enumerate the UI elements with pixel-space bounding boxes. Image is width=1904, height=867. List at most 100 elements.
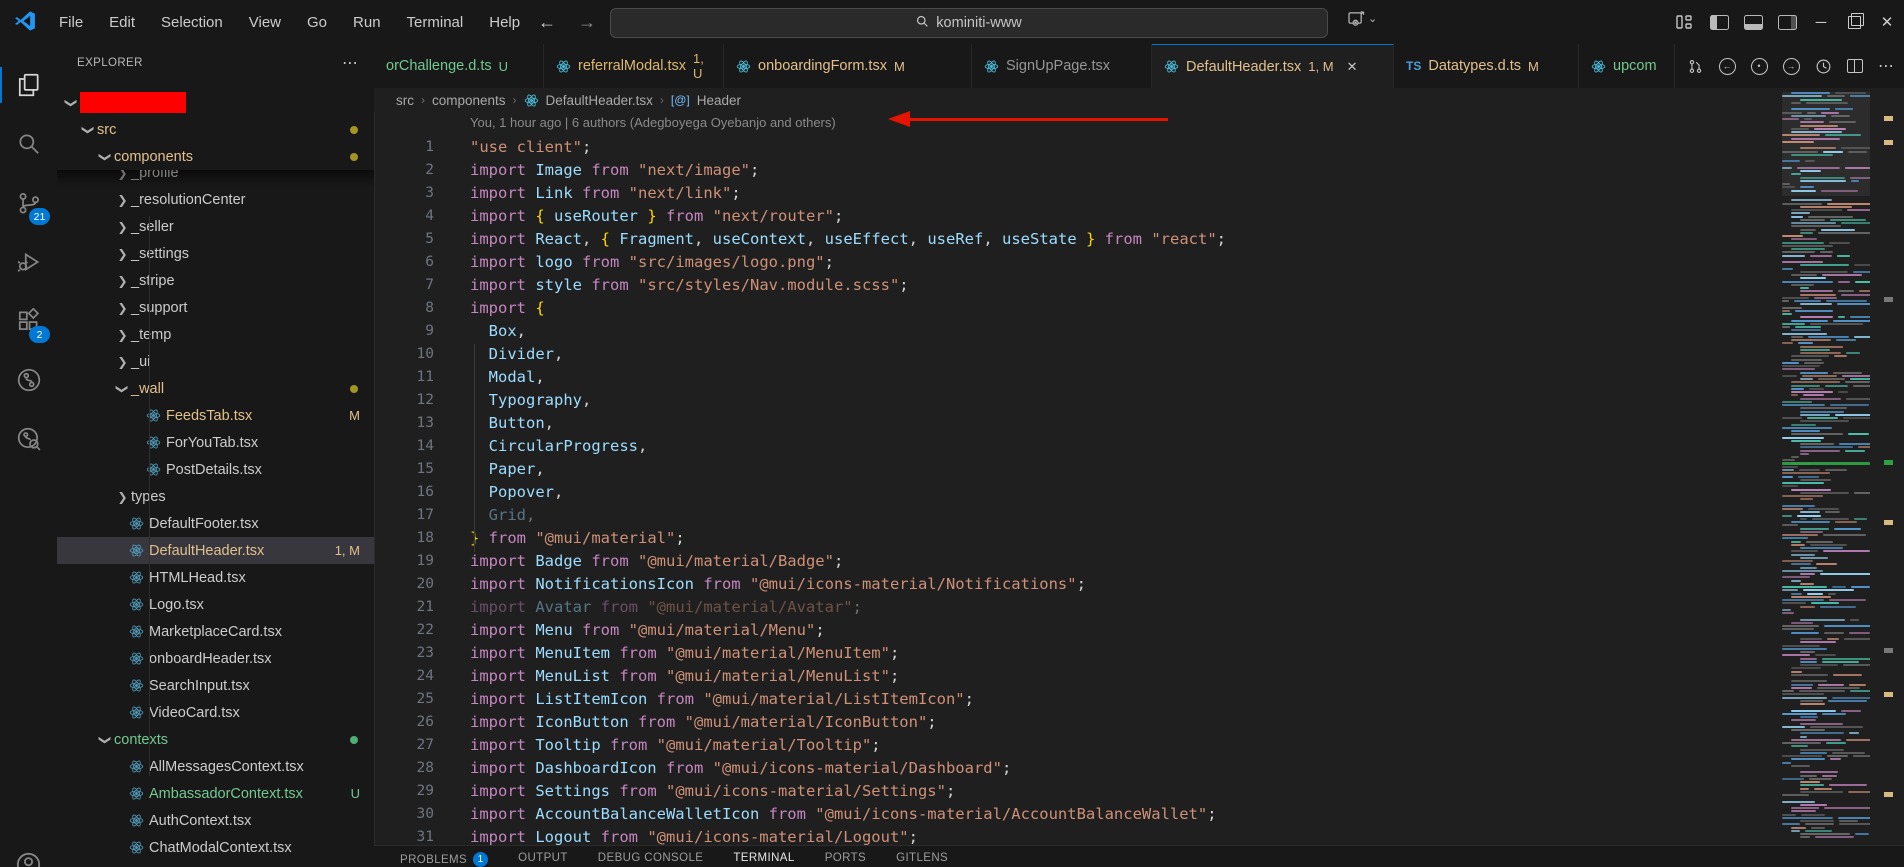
breadcrumb-item-header[interactable]: Header [697,93,741,108]
tab-SignUpPage.tsx[interactable]: SignUpPage.tsx [972,44,1152,88]
account-icon[interactable] [0,839,57,867]
breadcrumb[interactable]: src›components›DefaultHeader.tsx›[@]Head… [374,88,1904,112]
tree-item-MilestoneContext.tsx[interactable]: MilestoneContext.tsx [57,861,374,867]
tree-item-_ui[interactable]: ❯_ui [57,348,374,375]
navigate-back-icon[interactable]: ← [1716,55,1738,77]
tree-item-_profile[interactable]: ❯_profile [57,170,374,186]
tree-item-types[interactable]: ❯types [57,483,374,510]
tree-item-ForYouTab.tsx[interactable]: ForYouTab.tsx [57,429,374,456]
tree-item-_wall[interactable]: ❯_wall [57,375,374,402]
tree-item-_temp[interactable]: ❯_temp [57,321,374,348]
tree-item-_seller[interactable]: ❯_seller [57,213,374,240]
panel-tab-output[interactable]: OUTPUT [518,852,568,864]
breadcrumb-item-components[interactable]: components [432,93,506,108]
menu-terminal[interactable]: Terminal [394,14,477,31]
gitlens-inspect-icon[interactable] [0,414,57,464]
code-editor[interactable]: You, 1 hour ago | 6 authors (Adegboyega … [374,110,1782,845]
tab-referralModal.tsx[interactable]: referralModal.tsx1, U [544,44,724,88]
breadcrumb-item-src[interactable]: src [396,93,414,108]
close-button[interactable]: ✕ [1878,13,1896,31]
tree-item-ChatModalContext.tsx[interactable]: ChatModalContext.tsx [57,834,374,861]
minimap[interactable] [1782,92,1870,845]
layout-grid-icon[interactable] [1673,11,1695,33]
tree-item-FeedsTab.tsx[interactable]: FeedsTab.tsxM [57,402,374,429]
panel-tab-ports[interactable]: PORTS [825,852,866,864]
tab-onboardingForm.tsx[interactable]: onboardingForm.tsxM [724,44,972,88]
tree-item-onboardHeader.tsx[interactable]: onboardHeader.tsx [57,645,374,672]
tree-item-contexts[interactable]: ❯contexts [57,726,374,753]
history-back-icon[interactable]: ← [538,12,556,33]
line-number: 16 [374,484,434,500]
tab-git-badge: M [894,59,905,74]
toggle-panel-icon[interactable] [1744,15,1763,30]
compare-changes-icon[interactable] [1684,55,1706,77]
tree-item-AuthContext.tsx[interactable]: AuthContext.tsx [57,807,374,834]
line-number: 13 [374,415,434,431]
tree-item-src[interactable]: ❯src [57,116,374,143]
panel-tab-terminal[interactable]: TERMINAL [733,852,794,864]
tree-item-HTMLHead.tsx[interactable]: HTMLHead.tsx [57,564,374,591]
tab-DefaultHeader.tsx[interactable]: DefaultHeader.tsx1, M✕ [1152,44,1394,88]
explorer-icon[interactable] [0,60,57,110]
panel-tab-problems[interactable]: PROBLEMS1 [400,852,488,867]
code-line-20: 20import NotificationsIcon from "@mui/ic… [374,572,1782,595]
split-editor-icon[interactable] [1844,55,1866,77]
tab-upcom[interactable]: upcom [1579,44,1675,88]
navigate-forward-icon[interactable]: → [1780,55,1802,77]
menu-edit[interactable]: Edit [96,14,148,31]
folder-modified-dot [350,153,358,161]
restore-button[interactable] [1845,12,1863,33]
code-line-17: 17 Grid, [374,503,1782,526]
explorer-title: EXPLORER [77,57,143,69]
tree-item-AmbassadorContext.tsx[interactable]: AmbassadorContext.tsxU [57,780,374,807]
line-number: 10 [374,346,434,362]
gitlens-blame-codelens[interactable]: You, 1 hour ago | 6 authors (Adegboyega … [374,110,1782,135]
tree-item-_support[interactable]: ❯_support [57,294,374,321]
command-center-search[interactable]: kominiti-www [610,8,1328,38]
tree-item-AllMessagesContext.tsx[interactable]: AllMessagesContext.tsx [57,753,374,780]
source-control-icon[interactable]: 21 [0,178,57,228]
toggle-secondary-sidebar-icon[interactable] [1778,15,1797,30]
tab-orChallenge.d.ts[interactable]: orChallenge.d.tsU [374,44,544,88]
file-history-icon[interactable] [1812,55,1834,77]
tree-item-label: FeedsTab.tsx [166,408,252,424]
close-tab-icon[interactable]: ✕ [1347,59,1358,75]
tree-item-MarketplaceCard.tsx[interactable]: MarketplaceCard.tsx [57,618,374,645]
extensions-icon[interactable]: 2 [0,296,57,346]
layout-customize-icon[interactable]: ⌄ [1348,11,1377,26]
tree-item-Logo.tsx[interactable]: Logo.tsx [57,591,374,618]
code-line-13: 13 Button, [374,411,1782,434]
tree-item-_stripe[interactable]: ❯_stripe [57,267,374,294]
tree-item-_resolutionCenter[interactable]: ❯_resolutionCenter [57,186,374,213]
breadcrumb-item-defaultheader.tsx[interactable]: DefaultHeader.tsx [546,93,653,108]
gitlens-icon[interactable] [0,355,57,405]
line-number: 28 [374,760,434,776]
explorer-more-actions-icon[interactable]: ⋯ [342,53,360,73]
code-line-4: 4import { useRouter } from "next/router"… [374,204,1782,227]
tree-item-DefaultFooter.tsx[interactable]: DefaultFooter.tsx [57,510,374,537]
tree-item-PostDetails.tsx[interactable]: PostDetails.tsx [57,456,374,483]
history-forward-icon[interactable]: → [578,12,596,33]
menu-view[interactable]: View [236,14,294,31]
menu-file[interactable]: File [46,14,96,31]
tree-item-_settings[interactable]: ❯_settings [57,240,374,267]
tree-item-components[interactable]: ❯components [57,143,374,170]
tree-item-DefaultHeader.tsx[interactable]: DefaultHeader.tsx1, M [57,537,374,564]
tree-item-SearchInput.tsx[interactable]: SearchInput.tsx [57,672,374,699]
menu-selection[interactable]: Selection [148,14,236,31]
run-debug-icon[interactable] [0,237,57,287]
panel-tab-gitlens[interactable]: GITLENS [896,852,948,864]
tab-Datatypes.d.ts[interactable]: TSDatatypes.d.tsM [1394,44,1579,88]
toggle-primary-sidebar-icon[interactable] [1710,15,1729,30]
blame-annotations-icon[interactable]: • [1748,55,1770,77]
minimize-button[interactable]: ─ [1812,14,1830,31]
search-icon[interactable] [0,119,57,169]
more-actions-icon[interactable]: ⋯ [1876,55,1898,77]
tree-item-label: PostDetails.tsx [166,462,262,478]
menu-run[interactable]: Run [340,14,394,31]
menu-go[interactable]: Go [294,14,340,31]
panel-tab-debug-console[interactable]: DEBUG CONSOLE [598,852,704,864]
menu-help[interactable]: Help [476,14,533,31]
line-number: 22 [374,622,434,638]
tree-item-VideoCard.tsx[interactable]: VideoCard.tsx [57,699,374,726]
